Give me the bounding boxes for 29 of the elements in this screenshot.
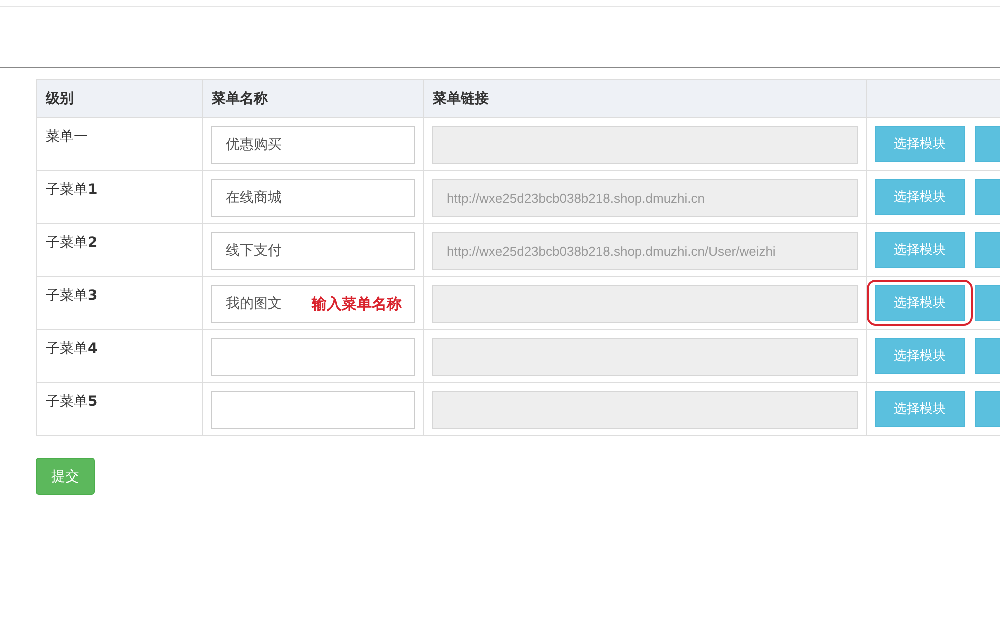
name-input[interactable] bbox=[211, 391, 415, 429]
level-label: 子菜单5 bbox=[45, 393, 99, 412]
level-label: 子菜单1 bbox=[45, 181, 99, 200]
name-input[interactable]: 优惠购买 bbox=[211, 126, 415, 164]
select-module-button[interactable]: 选择模块 bbox=[875, 126, 965, 162]
link-input[interactable]: http://wxe25d23bcb038b218.shop.dmuzhi.cn bbox=[432, 179, 858, 217]
level-label: 子菜单2 bbox=[45, 234, 99, 253]
select-module-button[interactable]: 选择模块 bbox=[875, 179, 965, 215]
link-input[interactable] bbox=[432, 391, 858, 429]
name-input[interactable]: 我的图文 输入菜单名称 bbox=[211, 285, 415, 323]
column-header: 菜单链接 bbox=[424, 80, 867, 118]
name-input[interactable]: 线下支付 bbox=[211, 232, 415, 270]
link-input[interactable] bbox=[432, 338, 858, 376]
column-header: 级别 bbox=[37, 80, 203, 118]
level-label: 菜单一 bbox=[45, 128, 89, 147]
level-label: 子菜单4 bbox=[45, 340, 99, 359]
link-input[interactable] bbox=[432, 285, 858, 323]
column-header: 菜单名称 bbox=[203, 80, 424, 118]
level-label: 子菜单3 bbox=[45, 287, 99, 306]
link-input[interactable]: http://wxe25d23bcb038b218.shop.dmuzhi.cn/User/weizhi bbox=[432, 232, 858, 270]
link-input[interactable] bbox=[432, 126, 858, 164]
select-module-button[interactable]: 选择模块 bbox=[875, 391, 965, 427]
select-module-button[interactable]: 选择模块 bbox=[875, 285, 965, 321]
name-input[interactable]: 在线商城 bbox=[211, 179, 415, 217]
submit-button[interactable]: 提交 bbox=[36, 458, 95, 495]
select-module-button[interactable]: 选择模块 bbox=[875, 338, 965, 374]
name-input[interactable] bbox=[211, 338, 415, 376]
annotation-text: 输入菜单名称 bbox=[312, 295, 402, 314]
select-module-button[interactable]: 选择模块 bbox=[875, 232, 965, 268]
